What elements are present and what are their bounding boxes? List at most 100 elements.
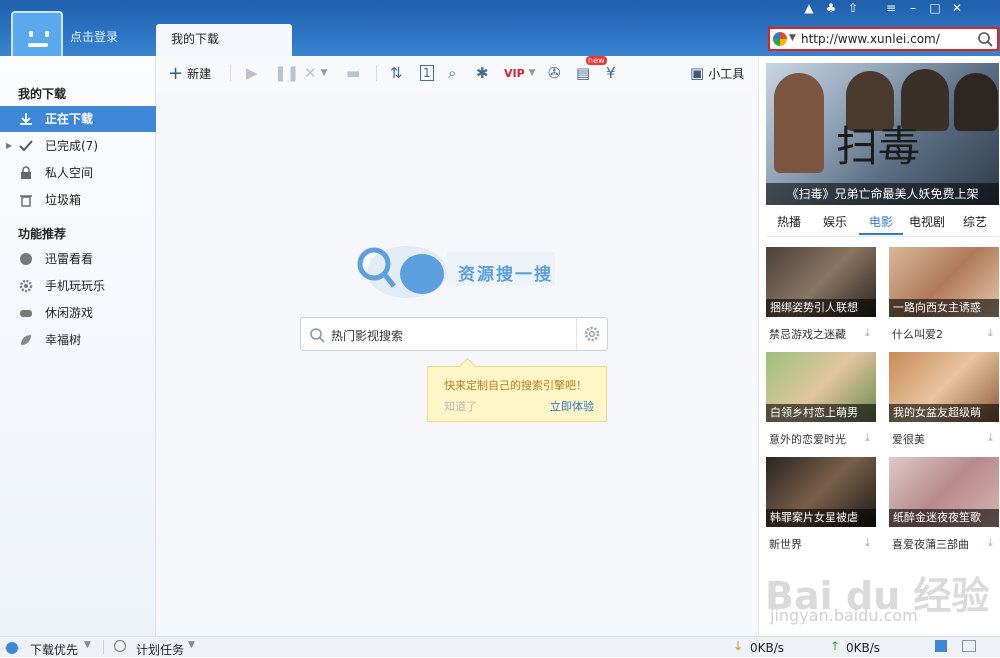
panel-toggle-icon[interactable]: [962, 640, 976, 652]
skin-icon[interactable]: ▲: [798, 0, 820, 16]
pause-icon: ❚❚: [274, 64, 300, 82]
maximize-icon[interactable]: □: [924, 0, 946, 16]
sort-icon: ⇅: [390, 64, 403, 82]
banner-logo: 扫毒: [836, 122, 921, 171]
chevron-down-icon[interactable]: ▼: [789, 33, 796, 43]
chevron-down-icon[interactable]: ▼: [84, 640, 91, 650]
tab-tv-series[interactable]: 电视剧: [909, 213, 945, 230]
download-list-area[interactable]: [156, 90, 758, 636]
movie-title[interactable]: 爱很美: [892, 431, 925, 447]
start-button[interactable]: ▶: [246, 63, 258, 83]
download-icon[interactable]: ⤓: [865, 326, 870, 340]
movie-overlay-text: 一路向西女主诱惑: [889, 299, 999, 317]
movie-overlay-text: 韩罪案片女星被虐: [766, 509, 876, 527]
chevron-down-icon[interactable]: ▼: [321, 68, 328, 78]
menu-icon[interactable]: ≡: [880, 0, 902, 16]
window-controls: ▲ ♣ ⇧: [798, 0, 864, 16]
movie-title[interactable]: 禁忌游戏之迷藏: [769, 326, 846, 342]
sidebar-item-completed[interactable]: ▶ 已完成(7): [0, 133, 156, 159]
upload-speed-icon: ↑: [830, 639, 841, 653]
download-icon[interactable]: ⤓: [865, 431, 870, 445]
chevron-down-icon[interactable]: ▼: [188, 640, 195, 650]
one-button[interactable]: 1: [420, 63, 434, 83]
tab-my-downloads[interactable]: 我的下载: [156, 24, 292, 56]
sidebar-item-label: 已完成(7): [45, 139, 98, 153]
sidebar-item-private[interactable]: 私人空间: [0, 160, 156, 186]
search-engine-settings-button[interactable]: [576, 318, 607, 350]
sidebar-item-games[interactable]: 休闲游戏: [0, 300, 156, 326]
tab-variety[interactable]: 综艺: [963, 213, 987, 230]
movie-thumbnail[interactable]: 我的女盆友超级萌: [889, 352, 999, 422]
vip-button[interactable]: VIP ▼: [504, 63, 536, 83]
download-priority-label[interactable]: 下载优先: [30, 641, 78, 658]
sidebar-item-trash[interactable]: 垃圾箱: [0, 187, 156, 213]
tooltip-text: 快来定制自己的搜索引擎吧！: [444, 379, 587, 392]
settings-button[interactable]: ✱: [476, 63, 489, 83]
download-icon[interactable]: ⤓: [988, 326, 993, 340]
sidebar-item-mobile[interactable]: 手机玩玩乐: [0, 273, 156, 299]
download-icon[interactable]: ⤓: [865, 536, 870, 550]
new-task-label: 新建: [187, 66, 212, 81]
movie-title[interactable]: 新世界: [769, 536, 802, 552]
sort-button[interactable]: ⇅: [390, 63, 403, 83]
tools-button[interactable]: ▣ 小工具: [690, 63, 744, 83]
category-tabs: 热播 娱乐 电影 电视剧 综艺: [759, 211, 1000, 235]
sidebar-item-happy-tree[interactable]: 幸福树: [0, 327, 156, 353]
movie-title[interactable]: 喜爱夜蒲三部曲: [892, 536, 969, 552]
banner-figure: [774, 73, 824, 173]
news-icon: ▤: [576, 64, 591, 82]
open-folder-button[interactable]: ▬: [346, 63, 360, 83]
close-icon[interactable]: ✕: [946, 0, 968, 16]
movie-thumbnail[interactable]: 捆绑姿势引人联想: [766, 247, 876, 317]
download-speed: 0KB/s: [750, 641, 785, 655]
tooltip-try-now-link[interactable]: 立即体验: [550, 398, 594, 414]
search-engine-tooltip: 快来定制自己的搜索引擎吧！ 知道了 立即体验: [427, 366, 607, 422]
yuan-icon: ¥: [606, 64, 616, 82]
movie-search-input[interactable]: 热门影视搜索: [300, 317, 608, 351]
url-bar[interactable]: ▼ http://www.xunlei.com/: [768, 27, 999, 51]
sidebar-item-xunlei-kankan[interactable]: 迅雷看看: [0, 246, 156, 272]
movie-thumbnail[interactable]: 韩罪案片女星被虐: [766, 457, 876, 527]
delete-button[interactable]: ✕ ▼: [304, 63, 328, 83]
search-tool-button[interactable]: ⌕: [448, 63, 456, 83]
film-button[interactable]: ✇: [548, 63, 561, 83]
gear-icon: [19, 279, 33, 293]
movie-thumbnail[interactable]: 白领乡村恋上萌男: [766, 352, 876, 422]
yuan-button[interactable]: ¥: [606, 63, 616, 83]
layout-toggle-icon[interactable]: [935, 640, 947, 652]
download-speed-icon: ↓: [733, 639, 744, 653]
movie-overlay-text: 我的女盆友超级萌: [889, 404, 999, 422]
download-icon[interactable]: ⤓: [988, 536, 993, 550]
avatar-eye: [45, 31, 49, 37]
expand-icon[interactable]: ▶: [6, 133, 12, 159]
tab-entertainment[interactable]: 娱乐: [823, 213, 847, 230]
search-icon[interactable]: [977, 31, 993, 47]
heart-icon: [20, 253, 32, 265]
browser-icon[interactable]: [773, 32, 787, 46]
tab-hot[interactable]: 热播: [777, 213, 801, 230]
movie-thumbnail[interactable]: 一路向西女主诱惑: [889, 247, 999, 317]
sidebar-item-downloading[interactable]: 正在下载: [0, 106, 156, 132]
movie-overlay-text: 捆绑姿势引人联想: [766, 299, 876, 317]
chevron-down-icon[interactable]: ▼: [529, 68, 536, 78]
pause-button[interactable]: ❚❚: [274, 63, 299, 83]
scheduled-tasks-label[interactable]: 计划任务: [136, 641, 184, 658]
new-task-button[interactable]: + 新建: [168, 63, 212, 84]
shirt-icon[interactable]: ♣: [820, 0, 842, 16]
up-arrow-icon[interactable]: ⇧: [842, 0, 864, 16]
url-text[interactable]: http://www.xunlei.com/: [801, 32, 940, 46]
login-link[interactable]: 点击登录: [70, 28, 118, 45]
avatar-eye: [29, 31, 33, 37]
movie-title[interactable]: 意外的恋爱时光: [769, 431, 846, 447]
new-feature-button[interactable]: ▤ new: [576, 56, 607, 83]
movie-title[interactable]: 什么叫爱2: [892, 326, 943, 342]
tab-movies[interactable]: 电影: [859, 213, 904, 235]
download-icon: [20, 113, 32, 125]
tooltip-dismiss-link[interactable]: 知道了: [444, 398, 477, 414]
download-icon[interactable]: ⤓: [988, 431, 993, 445]
minimize-icon[interactable]: –: [902, 0, 924, 16]
movie-thumbnail[interactable]: 纸醉金迷夜夜笙歌: [889, 457, 999, 527]
status-divider: [103, 640, 104, 654]
search-icon: [310, 328, 325, 343]
featured-banner[interactable]: 扫毒 《扫毒》兄弟亡命最美人妖免费上架: [766, 63, 999, 205]
